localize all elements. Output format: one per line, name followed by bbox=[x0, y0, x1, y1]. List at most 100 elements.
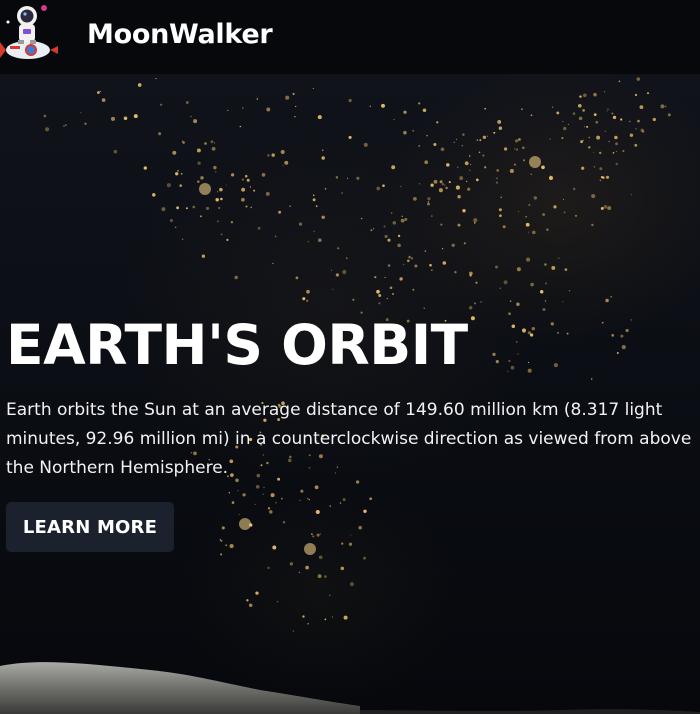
city-light-dot bbox=[43, 114, 47, 118]
city-light-dot bbox=[616, 352, 619, 354]
city-light-dot bbox=[216, 190, 219, 193]
city-light-dot bbox=[225, 184, 227, 186]
city-light-dot bbox=[457, 223, 461, 227]
city-light-dot bbox=[455, 138, 458, 140]
city-light-dot bbox=[314, 485, 319, 490]
city-light-dot bbox=[341, 192, 343, 194]
city-light-dot bbox=[241, 178, 244, 181]
city-light-dot bbox=[604, 91, 606, 93]
city-light-dot bbox=[513, 163, 516, 166]
brand-name[interactable]: MoonWalker bbox=[87, 18, 273, 52]
city-light-dot bbox=[408, 255, 411, 259]
city-light-dot bbox=[430, 183, 434, 187]
city-light-dot bbox=[550, 322, 554, 326]
city-light-dot bbox=[615, 162, 619, 166]
city-light-dot bbox=[352, 298, 355, 301]
city-light-dot bbox=[498, 208, 502, 212]
city-light-dot bbox=[453, 141, 455, 144]
city-light-dot bbox=[213, 165, 217, 170]
astronaut-rocket-logo-icon[interactable] bbox=[0, 2, 62, 68]
city-light-dot bbox=[324, 187, 327, 190]
city-light-dot bbox=[220, 198, 222, 201]
city-light-dot bbox=[172, 150, 177, 155]
city-light-dot bbox=[539, 289, 544, 294]
city-light-dot bbox=[667, 113, 671, 117]
city-light-dot bbox=[451, 243, 455, 247]
city-light-dot bbox=[525, 216, 527, 218]
city-light-dot bbox=[274, 235, 277, 238]
city-light-dot bbox=[155, 78, 157, 80]
city-light-dot bbox=[378, 302, 381, 305]
city-light-dot bbox=[413, 197, 417, 201]
city-light-dot bbox=[383, 225, 386, 228]
city-light-dot bbox=[312, 194, 315, 196]
hero-title: EARTH'S ORBIT bbox=[6, 313, 468, 377]
city-light-dot bbox=[520, 108, 523, 111]
city-light-dot bbox=[345, 257, 348, 260]
city-light-dot bbox=[575, 215, 577, 217]
city-light-dot bbox=[281, 497, 283, 500]
city-light-dot bbox=[179, 184, 182, 187]
city-light-dot bbox=[495, 181, 499, 184]
hero-background-image bbox=[0, 74, 700, 714]
city-light-dot bbox=[518, 138, 521, 141]
city-light-dot bbox=[376, 289, 380, 294]
city-light-dot bbox=[611, 112, 614, 115]
city-light-dot bbox=[307, 241, 309, 243]
city-light-dot bbox=[410, 257, 414, 260]
city-light-dot bbox=[599, 179, 602, 182]
city-light-dot bbox=[317, 574, 322, 579]
city-light-dot bbox=[218, 206, 221, 210]
city-light-dot bbox=[510, 365, 515, 370]
city-light-dot bbox=[80, 112, 82, 114]
city-light-dot bbox=[572, 112, 576, 115]
city-light-dot bbox=[528, 203, 531, 207]
city-light-dot bbox=[400, 218, 405, 223]
city-light-dot bbox=[262, 493, 264, 495]
city-light-dot bbox=[158, 132, 162, 136]
city-light-dot bbox=[152, 193, 156, 197]
city-light-dot bbox=[495, 359, 499, 364]
city-light-dot bbox=[586, 125, 589, 128]
city-light-dot bbox=[176, 206, 180, 210]
city-light-dot bbox=[255, 484, 260, 489]
city-light-dot bbox=[516, 302, 520, 307]
city-light-dot bbox=[123, 116, 128, 121]
city-light-dot bbox=[493, 131, 496, 134]
city-light-dot bbox=[562, 301, 564, 303]
city-light-dot bbox=[214, 142, 216, 144]
city-light-dot bbox=[448, 181, 451, 184]
city-light-dot bbox=[551, 265, 556, 270]
city-light-dot bbox=[509, 300, 512, 302]
city-light-dot bbox=[384, 234, 388, 239]
city-light-dot bbox=[321, 156, 325, 160]
city-light-dot bbox=[549, 176, 553, 180]
city-light-dot bbox=[595, 120, 599, 124]
city-light-dot bbox=[254, 503, 256, 505]
learn-more-button[interactable]: LEARN MORE bbox=[6, 502, 174, 552]
city-light-dot bbox=[474, 222, 476, 224]
city-light-dot bbox=[324, 618, 327, 621]
city-light-dot bbox=[133, 114, 138, 119]
city-light-dot bbox=[310, 533, 313, 536]
city-light-dot bbox=[508, 359, 511, 363]
city-light-dot bbox=[625, 328, 629, 333]
city-glow bbox=[239, 518, 251, 530]
city-light-dot bbox=[545, 282, 547, 285]
city-light-dot bbox=[402, 263, 405, 266]
city-light-dot bbox=[592, 151, 595, 153]
city-light-dot bbox=[582, 109, 585, 112]
city-light-dot bbox=[459, 176, 464, 181]
city-light-dot bbox=[245, 205, 248, 208]
city-light-dot bbox=[549, 138, 551, 140]
city-light-dot bbox=[614, 135, 618, 140]
city-light-dot bbox=[335, 273, 339, 277]
city-light-dot bbox=[553, 363, 558, 368]
city-light-dot bbox=[96, 91, 100, 94]
city-light-dot bbox=[507, 370, 509, 372]
city-light-dot bbox=[461, 145, 463, 147]
city-light-dot bbox=[593, 113, 597, 117]
city-light-dot bbox=[578, 116, 583, 121]
city-light-dot bbox=[241, 187, 246, 192]
city-light-dot bbox=[180, 172, 183, 175]
